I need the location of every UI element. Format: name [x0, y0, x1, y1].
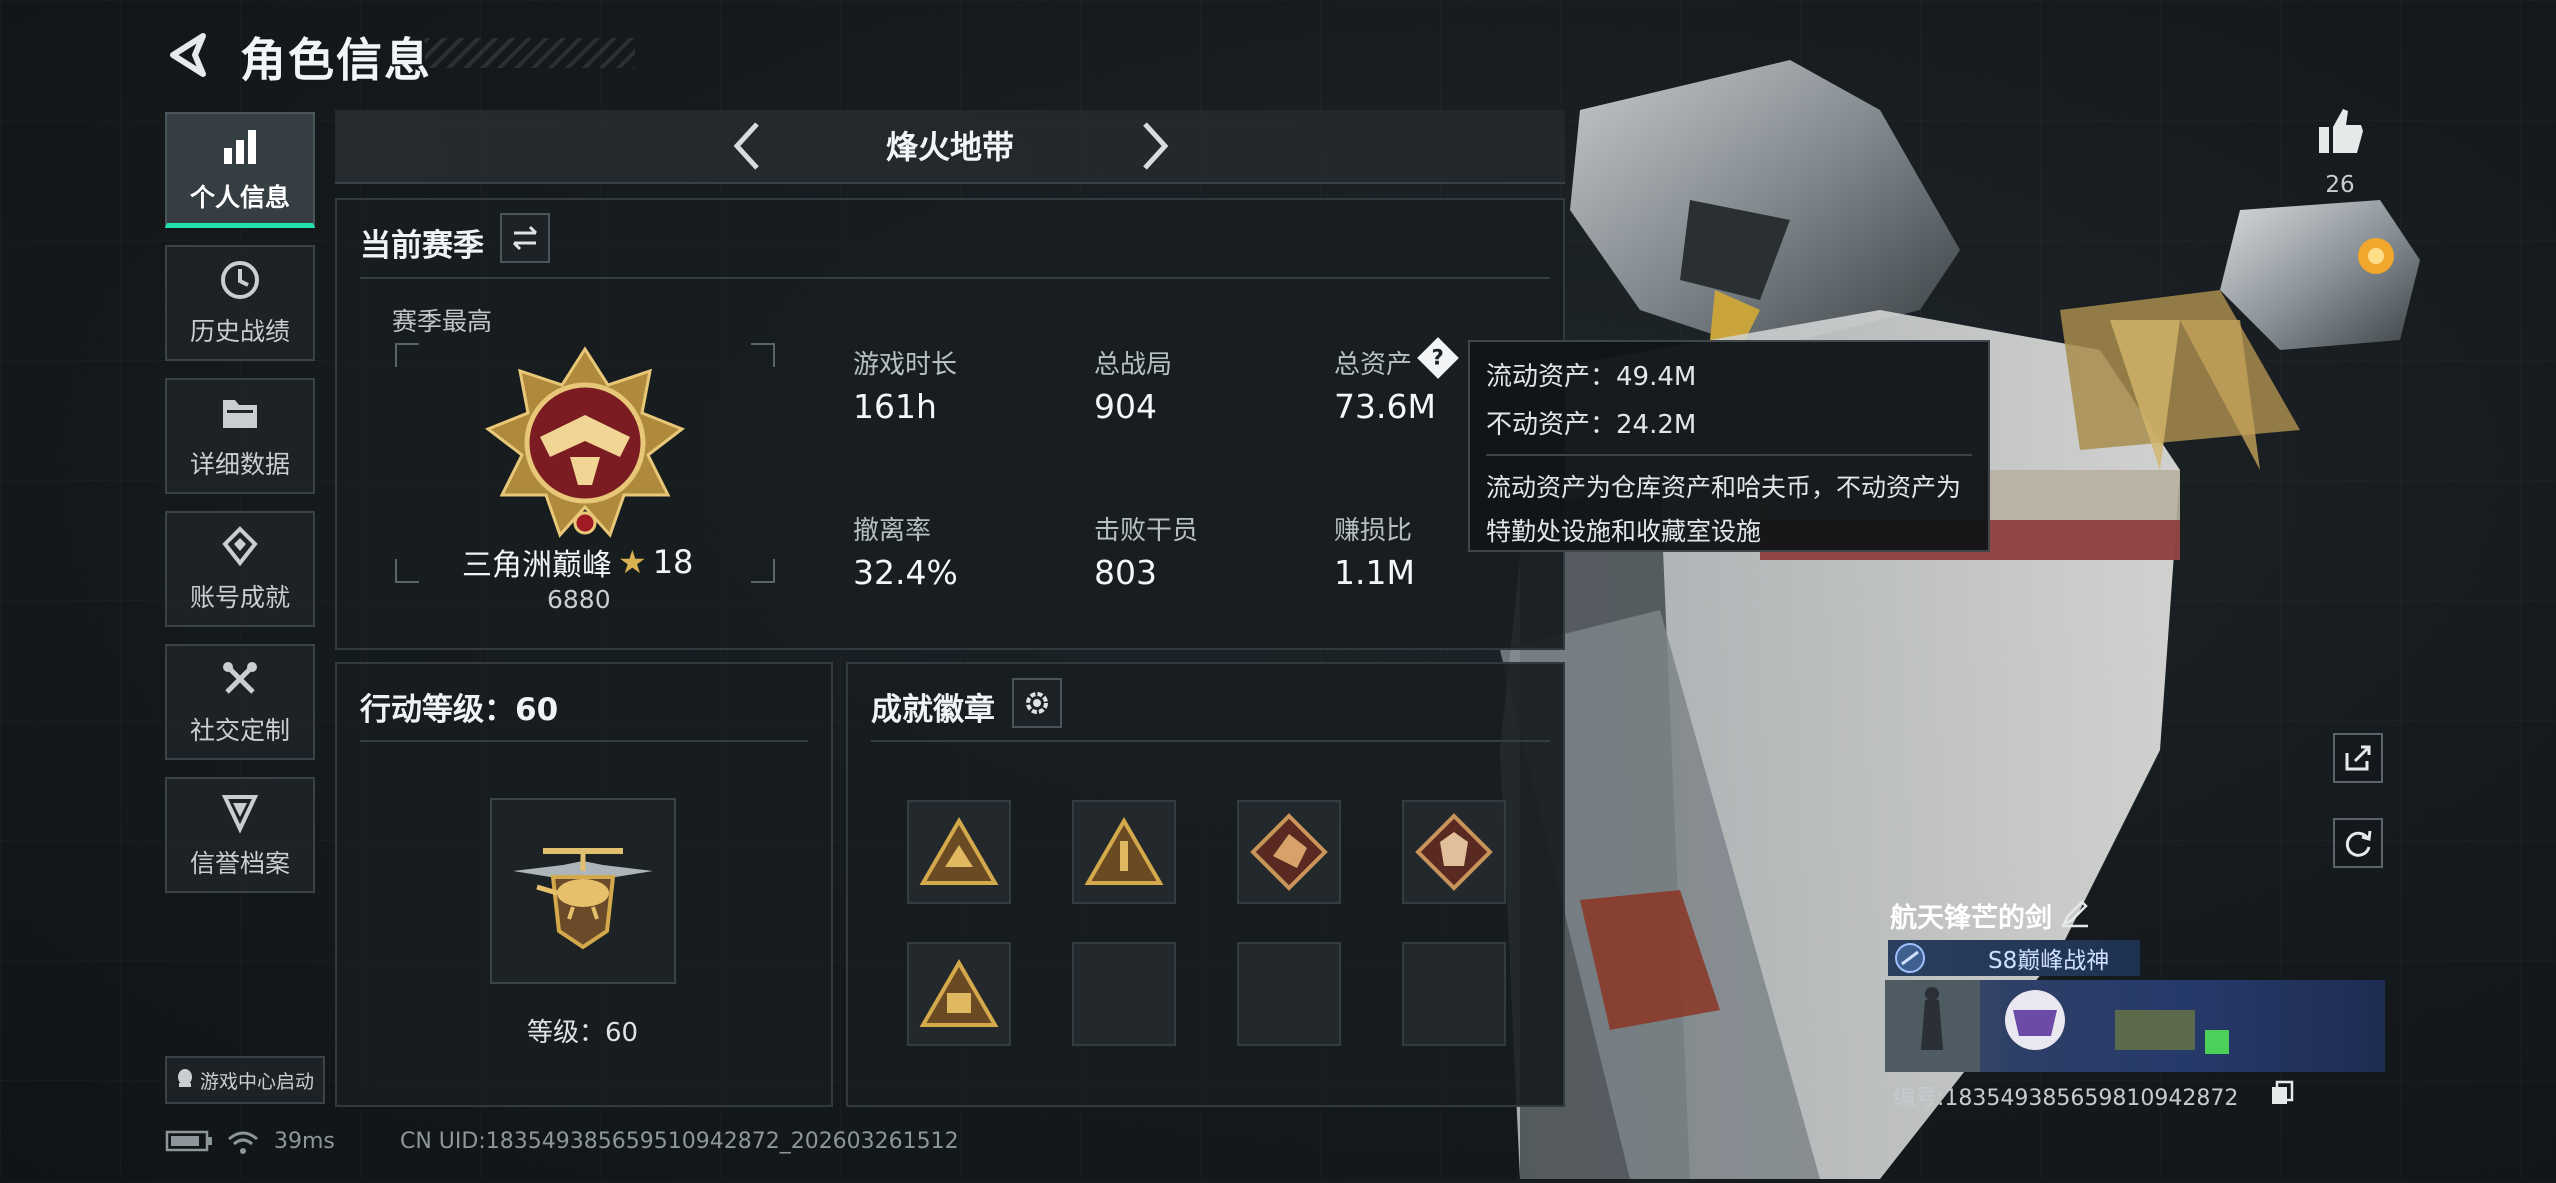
helicopter-emblem-icon — [513, 848, 653, 950]
back-button[interactable] — [165, 30, 215, 80]
prev-mode-button[interactable] — [727, 118, 767, 174]
share-button[interactable] — [2333, 733, 2383, 783]
fixed-assets: 不动资产：24.2M — [1486, 410, 1697, 440]
nav-social-custom[interactable]: 社交定制 — [165, 644, 315, 760]
rank-score: 6880 — [547, 585, 611, 614]
badge-slot[interactable] — [907, 800, 1011, 904]
title-badge-text: S8巅峰战神 — [1988, 948, 2110, 974]
like-count: 26 — [2325, 172, 2355, 198]
stat-value: 803 — [1094, 553, 1157, 592]
triangle-badge-icon — [1084, 817, 1164, 885]
star-icon: ★ — [618, 543, 647, 581]
stat-label: 撤离率 — [853, 516, 932, 546]
stat-value: 73.6M — [1334, 387, 1436, 426]
triangle-badge-icon — [919, 959, 999, 1027]
qq-icon — [176, 1068, 194, 1093]
rank-stars: 18 — [652, 543, 694, 581]
nav-label: 历史战绩 — [189, 317, 290, 346]
level-label: 等级：60 — [527, 1018, 639, 1048]
stat-value: 161h — [853, 387, 937, 426]
title-decoration — [425, 38, 635, 68]
nav-history[interactable]: 历史战绩 — [165, 245, 315, 361]
tools-icon — [218, 657, 262, 701]
nav-label: 账号成就 — [189, 583, 290, 612]
badge-slot[interactable] — [1402, 800, 1506, 904]
wolf-badge-icon — [1415, 813, 1493, 891]
level-emblem-frame — [490, 798, 676, 984]
nav-label: 详细数据 — [189, 450, 290, 479]
achievement-icon — [218, 524, 262, 568]
next-mode-button[interactable] — [1135, 118, 1175, 174]
stat-label: 游戏时长 — [853, 350, 958, 380]
nav-label: 社交定制 — [189, 716, 290, 745]
badges-divider — [871, 740, 1550, 742]
profile-banner — [1885, 980, 2385, 1072]
ping-text: 39ms — [274, 1129, 335, 1154]
badge-slot[interactable] — [907, 942, 1011, 1046]
title-badge: S8巅峰战神 — [1888, 940, 2140, 976]
asset-description: 流动资产为仓库资产和哈夫币，不动资产为特勤处设施和收藏室设施 — [1486, 473, 1962, 546]
page-title: 角色信息 — [240, 33, 432, 87]
player-name: 航天锋芒的剑 — [1890, 903, 2052, 934]
nav-personal-info[interactable]: 个人信息 — [165, 112, 315, 228]
stat-label: 击败干员 — [1094, 516, 1199, 546]
stat-label: 总资产 — [1334, 350, 1413, 380]
stat-value: 904 — [1094, 387, 1157, 426]
season-divider — [360, 277, 1550, 279]
nav-label: 个人信息 — [189, 182, 290, 212]
dragon-badge-icon — [1250, 813, 1328, 891]
badges-title: 成就徽章 — [871, 692, 995, 728]
wifi-icon — [226, 1129, 260, 1163]
badge-slot[interactable] — [1237, 800, 1341, 904]
folder-icon — [218, 391, 262, 435]
bar-chart-icon — [218, 124, 262, 168]
nav-detailed-data[interactable]: 详细数据 — [165, 378, 315, 494]
asset-tooltip: 流动资产：49.4M 不动资产：24.2M 流动资产为仓库资产和哈夫币，不动资产… — [1468, 340, 1990, 552]
season-switch-button[interactable] — [500, 213, 550, 263]
share-icon — [2345, 745, 2371, 771]
chevron-right-icon — [1143, 122, 1169, 170]
level-divider — [360, 740, 808, 742]
history-icon — [218, 258, 262, 302]
edit-name-button[interactable] — [2060, 898, 2090, 932]
triangle-badge-icon — [919, 817, 999, 885]
nav-credit-file[interactable]: 信誉档案 — [165, 777, 315, 893]
rank-line: 三角洲巅峰 ★ 18 — [462, 540, 693, 584]
thumbs-up-icon — [2319, 109, 2363, 153]
copy-icon[interactable] — [2270, 1080, 2294, 1110]
level-title: 行动等级：60 — [360, 692, 559, 728]
chevron-left-icon — [733, 122, 759, 170]
back-arrow-icon — [170, 33, 206, 77]
stat-value: 32.4% — [853, 553, 958, 592]
stat-value: 1.1M — [1334, 553, 1415, 592]
uid-text: CN UID:18354938565951094287​2_2026032615… — [400, 1129, 959, 1154]
rank-emblem-icon — [480, 345, 690, 549]
title-emblem-icon — [1894, 942, 1926, 978]
badge-slot-empty[interactable] — [1402, 942, 1506, 1046]
badge-slot[interactable] — [1072, 800, 1176, 904]
gear-icon — [1026, 692, 1048, 714]
refresh-button[interactable] — [2333, 818, 2383, 868]
stat-label: 赚损比 — [1334, 516, 1413, 546]
credit-icon — [218, 790, 262, 834]
mode-label: 烽火地带 — [885, 128, 1014, 166]
rank-name: 三角洲巅峰 — [462, 548, 612, 583]
swap-icon — [512, 225, 538, 251]
like-button[interactable] — [2315, 105, 2367, 161]
battery-icon — [165, 1129, 213, 1159]
game-center-button[interactable]: 游戏中心启动 — [165, 1056, 325, 1104]
card-id: 编号:1835493856598109428​72 — [1893, 1086, 2239, 1111]
liquid-assets: 流动资产：49.4M — [1486, 362, 1697, 392]
stat-label: 总战局 — [1094, 350, 1173, 380]
badge-settings-button[interactable] — [1012, 678, 1062, 728]
badge-slot-empty[interactable] — [1072, 942, 1176, 1046]
nav-label: 信誉档案 — [189, 849, 290, 878]
refresh-icon — [2345, 830, 2372, 857]
pencil-icon — [2061, 900, 2088, 928]
game-center-label: 游戏中心启动 — [199, 1070, 314, 1093]
nav-achievements[interactable]: 账号成就 — [165, 511, 315, 627]
season-best-label: 赛季最高 — [392, 307, 493, 336]
badge-slot-empty[interactable] — [1237, 942, 1341, 1046]
season-title: 当前赛季 — [360, 228, 484, 264]
